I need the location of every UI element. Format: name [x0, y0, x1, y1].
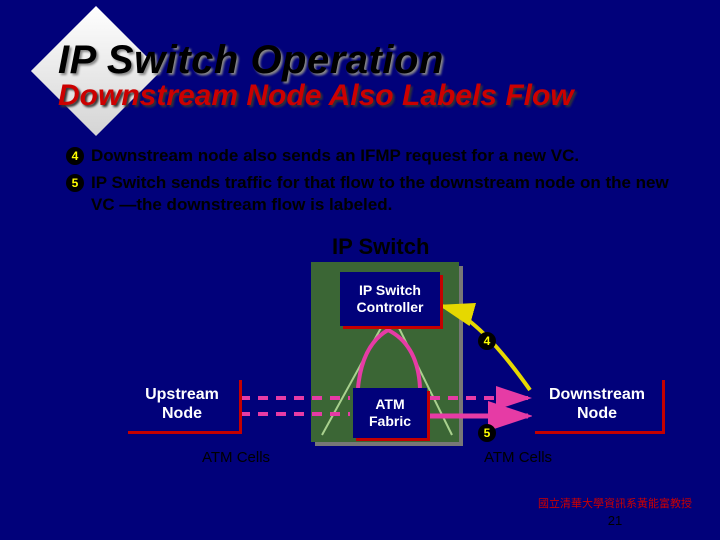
page-subtitle: Downstream Node Also Labels Flow [58, 79, 574, 113]
bullet-row: 5 IP Switch sends traffic for that flow … [66, 172, 680, 215]
bullet-number-icon: 5 [66, 174, 84, 192]
bullet-row: 4 Downstream node also sends an IFMP req… [66, 145, 680, 166]
bullet-text: Downstream node also sends an IFMP reque… [91, 145, 579, 166]
atm-cells-left-label: ATM Cells [202, 449, 270, 466]
step-badge-5: 5 [478, 424, 496, 442]
bullet-list: 4 Downstream node also sends an IFMP req… [66, 145, 680, 221]
title-block: IP Switch Operation Downstream Node Also… [58, 38, 574, 113]
atm-cells-right-label: ATM Cells [484, 449, 552, 466]
footer: 國立清華大學資訊系黃能富教授 21 [538, 495, 692, 528]
bullet-text: IP Switch sends traffic for that flow to… [91, 172, 680, 215]
page-number: 21 [538, 513, 692, 528]
footer-credit: 國立清華大學資訊系黃能富教授 [538, 495, 692, 511]
downstream-node-box: Downstream Node [532, 377, 662, 431]
bullet-number-icon: 4 [66, 147, 84, 165]
ip-switch-label: IP Switch [332, 234, 429, 260]
upstream-node-box: Upstream Node [125, 377, 239, 431]
atm-fabric-box: ATM Fabric [353, 388, 427, 438]
step-badge-4: 4 [478, 332, 496, 350]
controller-box: IP Switch Controller [340, 272, 440, 326]
page-title: IP Switch Operation [58, 38, 574, 83]
diagram: IP Switch IP Switch Controller ATM Fabri… [0, 220, 720, 500]
